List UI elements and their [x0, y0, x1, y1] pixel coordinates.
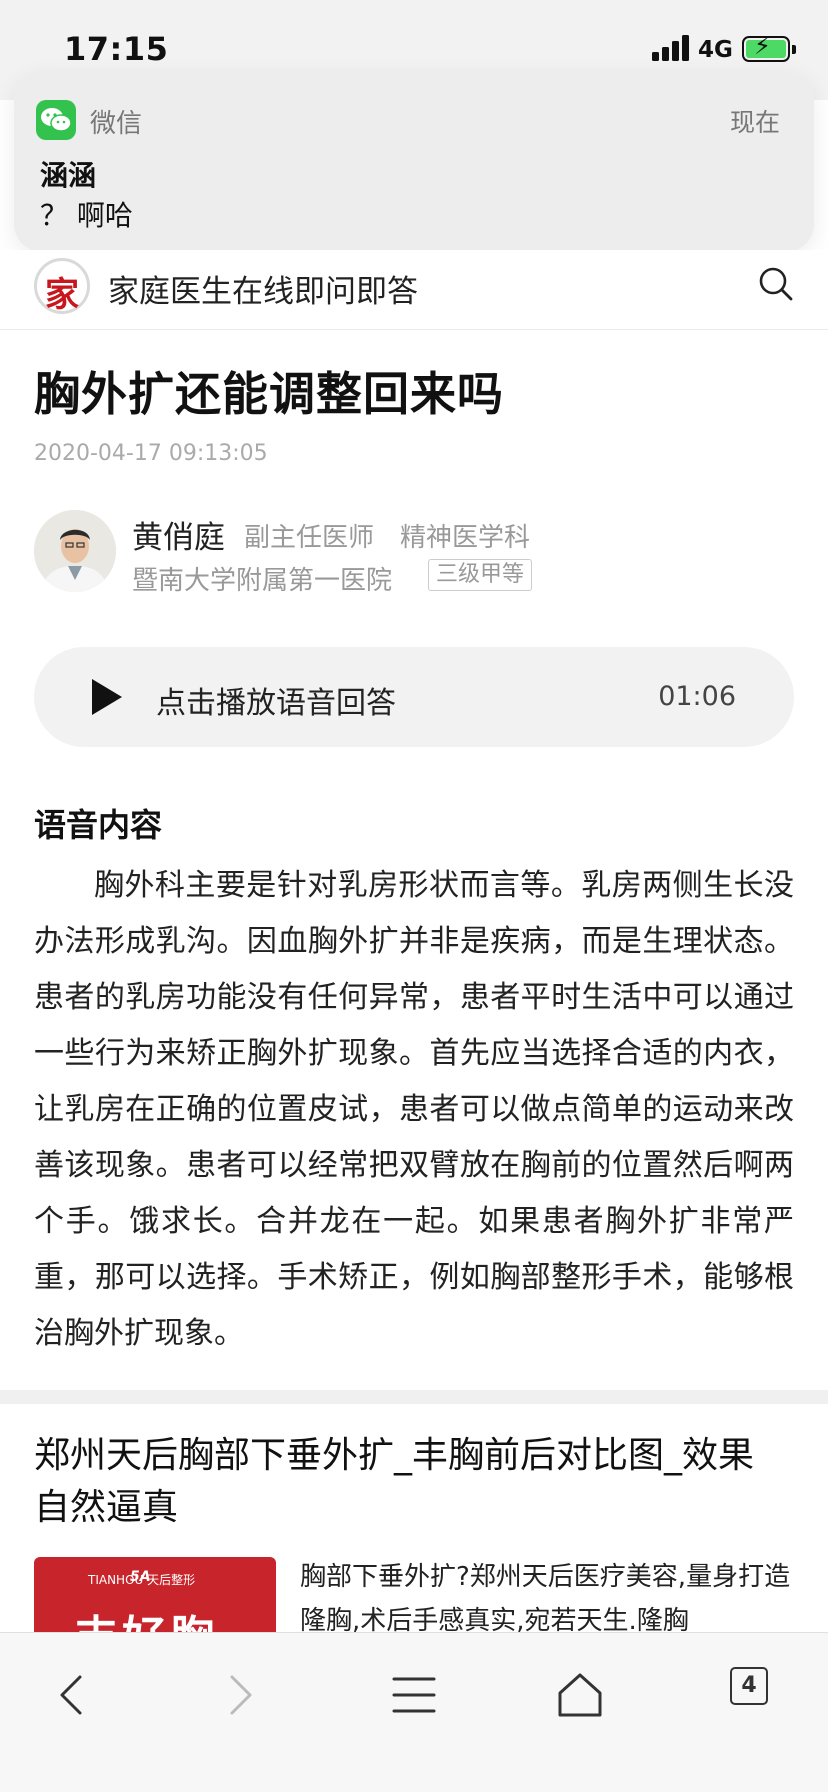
section-divider [0, 1390, 828, 1404]
ad-title-link[interactable]: 郑州天后胸部下垂外扩_丰胸前后对比图_效果自然逼真 [34, 1430, 774, 1534]
menu-icon[interactable] [386, 1667, 442, 1723]
tabs-count: 4 [730, 1667, 768, 1705]
doctor-title: 副主任医师 [244, 523, 375, 553]
ad-image-badge: 5A [130, 1569, 151, 1585]
play-icon[interactable] [92, 679, 122, 715]
browser-bottom-toolbar: 4 [0, 1632, 828, 1792]
wechat-notification-banner[interactable]: 微信 现在 涵涵 ？ 啊哈 [14, 72, 814, 252]
wechat-icon [36, 100, 76, 140]
network-type: 4G [698, 37, 733, 63]
article-date: 2020-04-17 09:13:05 [34, 441, 268, 466]
audio-label: 点击播放语音回答 [156, 686, 396, 721]
cellular-signal-icon [652, 35, 692, 61]
doctor-avatar[interactable] [34, 510, 116, 592]
article-title: 胸外扩还能调整回来吗 [34, 367, 504, 421]
search-icon[interactable] [758, 266, 794, 302]
section-heading: 语音内容 [34, 806, 163, 844]
notification-app-name: 微信 [90, 109, 143, 139]
site-logo[interactable]: 家 [34, 258, 90, 315]
site-title[interactable]: 家庭医生在线即问即答 [108, 266, 418, 311]
notification-sender: 涵涵 [40, 159, 97, 192]
home-icon[interactable] [552, 1667, 608, 1723]
site-logo-char: 家 [45, 275, 79, 315]
ad-description[interactable]: 胸部下垂外扩?郑州天后医疗美容,量身打造隆胸,术后手感真实,宛若天生.隆胸 [300, 1555, 796, 1635]
ad-image[interactable]: TIANHOU 天后整形 5A 丰好胸 [34, 1557, 276, 1637]
notification-time: 现在 [729, 108, 780, 137]
doctor-department: 精神医学科 [400, 523, 531, 553]
audio-answer-player[interactable]: 点击播放语音回答 01:06 [34, 647, 794, 747]
status-time: 17:15 [64, 30, 169, 68]
tabs-button[interactable]: 4 [730, 1667, 786, 1723]
site-header: 家 家庭医生在线即问即答 [0, 250, 828, 330]
audio-duration: 01:06 [658, 681, 736, 712]
back-arrow-icon[interactable] [44, 1667, 100, 1723]
forward-arrow-icon[interactable] [212, 1667, 268, 1723]
battery-charging-icon: ⚡ [742, 34, 796, 62]
article-body: 胸外科主要是针对乳房形状而言等。乳房两侧生长没办法形成乳沟。因血胸外扩并非是疾病… [34, 868, 794, 1351]
notification-message: ？ 啊哈 [40, 199, 133, 232]
doctor-name[interactable]: 黄俏庭 [132, 512, 225, 557]
doctor-hospital: 暨南大学附属第一医院 [132, 566, 393, 596]
hospital-grade-badge: 三级甲等 [428, 559, 533, 591]
